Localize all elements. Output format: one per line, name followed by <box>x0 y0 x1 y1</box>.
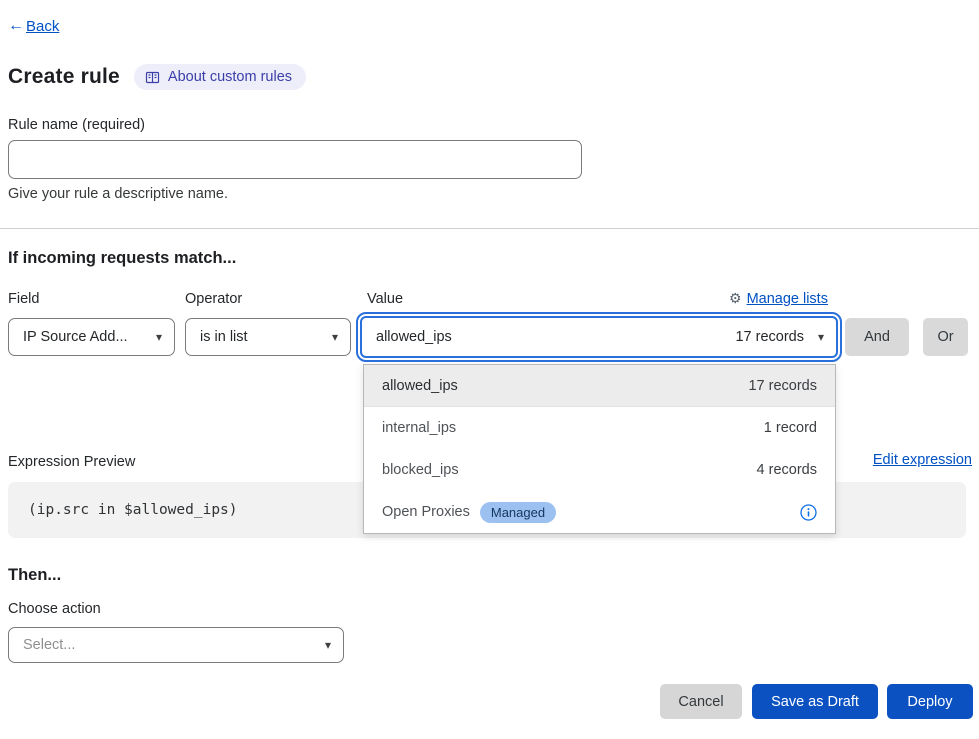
list-record-count: 1 record <box>764 420 817 436</box>
value-dropdown-panel: allowed_ips 17 records internal_ips 1 re… <box>363 364 836 534</box>
operator-label: Operator <box>185 291 242 307</box>
dropdown-item-blocked-ips[interactable]: blocked_ips 4 records <box>364 449 835 491</box>
expression-code: (ip.src in $allowed_ips) <box>28 502 238 518</box>
about-badge-label: About custom rules <box>168 69 292 85</box>
manage-lists-label: Manage lists <box>747 291 828 307</box>
about-custom-rules-badge[interactable]: About custom rules <box>134 64 306 90</box>
create-rule-page: ←Back Create rule About custom rules Rul… <box>0 0 979 739</box>
info-icon[interactable] <box>800 504 817 521</box>
dropdown-item-allowed-ips[interactable]: allowed_ips 17 records <box>364 365 835 407</box>
list-name: Open Proxies <box>382 504 470 520</box>
rule-name-helper-text: Give your rule a descriptive name. <box>8 186 228 202</box>
choose-action-select[interactable]: Select... ▾ <box>8 627 344 663</box>
back-link[interactable]: ←Back <box>8 17 59 35</box>
value-select-value: allowed_ips <box>376 329 452 345</box>
operator-select[interactable]: is in list ▾ <box>185 318 351 356</box>
value-select-focus-ring: allowed_ips 17 records ▾ <box>356 312 842 362</box>
field-select-value: IP Source Add... <box>23 329 128 345</box>
field-select[interactable]: IP Source Add... ▾ <box>8 318 175 356</box>
and-button[interactable]: And <box>845 318 909 356</box>
chevron-down-icon: ▾ <box>332 331 338 343</box>
managed-badge: Managed <box>480 502 556 523</box>
operator-select-value: is in list <box>200 329 248 345</box>
dropdown-item-open-proxies[interactable]: Open Proxies Managed <box>364 491 835 533</box>
match-section-heading: If incoming requests match... <box>8 249 236 268</box>
manage-lists-link[interactable]: ⚙ Manage lists <box>729 290 828 307</box>
list-name: allowed_ips <box>382 378 458 394</box>
choose-action-label: Choose action <box>8 601 101 617</box>
gear-icon: ⚙ <box>729 290 742 307</box>
cancel-button[interactable]: Cancel <box>660 684 742 719</box>
title-row: Create rule About custom rules <box>8 64 306 90</box>
deploy-button[interactable]: Deploy <box>887 684 973 719</box>
rule-name-label: Rule name (required) <box>8 117 145 133</box>
list-name: blocked_ips <box>382 462 459 478</box>
field-label: Field <box>8 291 39 307</box>
save-as-draft-button[interactable]: Save as Draft <box>752 684 878 719</box>
then-section-heading: Then... <box>8 566 61 585</box>
back-link-label: Back <box>26 18 59 35</box>
chevron-down-icon: ▾ <box>156 331 162 343</box>
chevron-down-icon: ▾ <box>325 639 331 651</box>
list-record-count: 17 records <box>748 378 817 394</box>
dropdown-item-internal-ips[interactable]: internal_ips 1 record <box>364 407 835 449</box>
expression-preview-label: Expression Preview <box>8 454 135 470</box>
book-icon <box>145 70 160 85</box>
rule-name-input[interactable] <box>8 140 582 179</box>
value-select[interactable]: allowed_ips 17 records ▾ <box>360 316 838 358</box>
page-title: Create rule <box>8 65 120 89</box>
list-record-count: 4 records <box>757 462 817 478</box>
chevron-down-icon: ▾ <box>818 331 824 343</box>
list-name: internal_ips <box>382 420 456 436</box>
or-button[interactable]: Or <box>923 318 968 356</box>
value-select-meta: 17 records <box>735 329 804 345</box>
back-arrow-icon: ← <box>8 17 24 35</box>
section-divider <box>0 228 979 229</box>
action-select-placeholder: Select... <box>23 637 75 653</box>
edit-expression-link[interactable]: Edit expression <box>873 452 972 468</box>
value-label: Value <box>367 291 403 307</box>
